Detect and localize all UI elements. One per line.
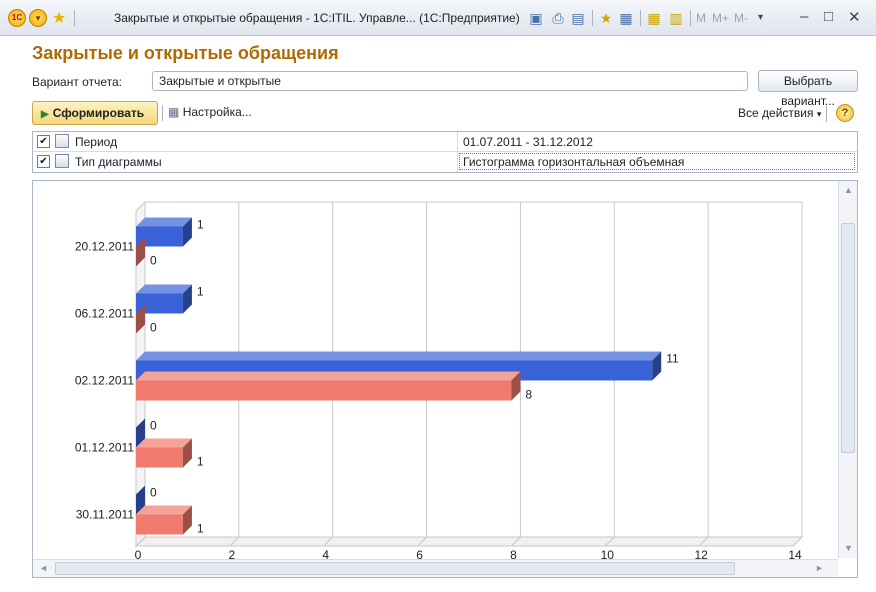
report-heading: Закрытые и открытые обращения bbox=[32, 43, 339, 63]
main-menu-icon[interactable]: ▾ bbox=[29, 9, 47, 27]
divider bbox=[592, 10, 593, 26]
bar-value-label: 0 bbox=[150, 486, 157, 500]
vertical-scrollbar[interactable]: ▲ ▼ bbox=[838, 181, 857, 558]
bar-front bbox=[136, 514, 183, 535]
horizontal-scroll-thumb[interactable] bbox=[55, 562, 735, 575]
divider bbox=[74, 10, 75, 26]
scroll-up-icon[interactable]: ▲ bbox=[844, 185, 853, 195]
variant-field[interactable]: Закрытые и открытые bbox=[152, 71, 748, 91]
bar-value-label: 0 bbox=[150, 321, 157, 335]
memory-plus-button[interactable]: M+ bbox=[712, 11, 729, 25]
bar-top bbox=[136, 438, 192, 448]
bar-top bbox=[136, 371, 521, 381]
app-logo-icon[interactable]: 1С bbox=[8, 9, 26, 27]
print-icon[interactable]: ⎙ bbox=[550, 10, 566, 26]
variant-label: Вариант отчета: bbox=[32, 75, 122, 89]
bar-value-label: 8 bbox=[525, 388, 532, 402]
period-checkbox[interactable]: ✔ bbox=[37, 135, 50, 148]
maximize-icon[interactable]: □ bbox=[824, 8, 833, 25]
bar-value-label: 1 bbox=[197, 455, 204, 469]
divider bbox=[690, 10, 691, 26]
bar-value-label: 0 bbox=[150, 254, 157, 268]
calendar-icon[interactable]: ▥ bbox=[668, 10, 684, 26]
bar-top bbox=[136, 505, 192, 515]
close-icon[interactable]: ✕ bbox=[848, 8, 861, 26]
window-title: Закрытые и открытые обращения - 1С:ITIL.… bbox=[114, 11, 520, 25]
x-tick-label: 4 bbox=[322, 548, 329, 559]
divider bbox=[162, 105, 163, 121]
vertical-scroll-thumb[interactable] bbox=[841, 223, 855, 453]
generate-button-label: Сформировать bbox=[52, 106, 145, 120]
help-icon[interactable]: ? bbox=[836, 104, 854, 122]
scroll-left-icon[interactable]: ◄ bbox=[39, 563, 48, 573]
divider bbox=[457, 132, 458, 152]
preview-icon[interactable]: ▤ bbox=[570, 10, 586, 26]
all-actions-menu[interactable]: Все действия ▾ bbox=[738, 106, 821, 120]
calendar-icon bbox=[55, 134, 69, 148]
scroll-down-icon[interactable]: ▼ bbox=[844, 543, 853, 553]
category-label: 02.12.2011 bbox=[75, 374, 134, 388]
play-icon: ▶ bbox=[41, 109, 49, 120]
divider bbox=[457, 152, 458, 172]
settings-label: Настройка... bbox=[182, 105, 252, 119]
horizontal-scrollbar[interactable]: ◄ ► bbox=[33, 559, 838, 577]
report-output-area[interactable]: 0 2 4 6 8 10 12 14 20.12.2011 1 0 06.12.2011 1 0 02.12… bbox=[32, 180, 858, 578]
chevron-down-icon: ▾ bbox=[816, 109, 822, 119]
parameter-value[interactable]: 01.07.2011 - 31.12.2012 bbox=[463, 135, 593, 149]
category-label: 01.12.2011 bbox=[75, 441, 134, 455]
parameter-row-period[interactable]: ✔ Период 01.07.2011 - 31.12.2012 bbox=[33, 132, 857, 152]
generate-button[interactable]: ▶ Сформировать bbox=[32, 101, 158, 125]
settings-button[interactable]: ▦ Настройка... bbox=[168, 105, 252, 119]
x-tick-label: 0 bbox=[135, 548, 142, 559]
memory-button[interactable]: M bbox=[696, 11, 706, 25]
divider bbox=[640, 10, 641, 26]
scroll-right-icon[interactable]: ► bbox=[815, 563, 824, 573]
category-label: 30.11.2011 bbox=[76, 508, 135, 522]
bar-value-label: 1 bbox=[197, 285, 204, 299]
x-tick-label: 6 bbox=[416, 548, 423, 559]
parameters-table: ✔ Период 01.07.2011 - 31.12.2012 ✔ Тип д… bbox=[32, 131, 858, 173]
bar-front bbox=[136, 447, 183, 468]
x-tick-label: 14 bbox=[788, 548, 802, 559]
parameter-name: Период bbox=[75, 135, 118, 149]
bar-front bbox=[136, 380, 512, 401]
save-icon[interactable]: ▣ bbox=[528, 10, 544, 26]
bar-top bbox=[136, 217, 192, 227]
chart-floor bbox=[134, 536, 804, 547]
minimize-icon[interactable]: – bbox=[800, 8, 808, 25]
x-tick-label: 2 bbox=[229, 548, 236, 559]
bar-value-label: 11 bbox=[666, 352, 679, 366]
parameter-value[interactable]: Гистограмма горизонтальная объемная bbox=[463, 155, 684, 169]
x-tick-label: 10 bbox=[601, 548, 615, 559]
bar-value-label: 0 bbox=[150, 419, 157, 433]
calculator-icon[interactable]: ▦ bbox=[646, 10, 662, 26]
link-icon[interactable]: ▦ bbox=[618, 10, 634, 26]
category-label: 20.12.2011 bbox=[75, 240, 134, 254]
window-titlebar: 1С ▾ ★ Закрытые и открытые обращения - 1… bbox=[0, 0, 876, 36]
window-menu-icon[interactable]: ▾ bbox=[758, 12, 763, 23]
choose-variant-button[interactable]: Выбрать вариант... bbox=[758, 70, 858, 108]
divider bbox=[826, 106, 827, 122]
favorites-star-icon[interactable]: ★ bbox=[52, 8, 66, 28]
all-actions-label: Все действия bbox=[738, 106, 814, 120]
chart-type-checkbox[interactable]: ✔ bbox=[37, 155, 50, 168]
bar-value-label: 1 bbox=[197, 522, 204, 536]
bar-top bbox=[136, 284, 192, 294]
x-tick-label: 12 bbox=[694, 548, 708, 559]
parameter-name: Тип диаграммы bbox=[75, 155, 162, 169]
add-favorite-icon[interactable]: ★ bbox=[598, 10, 614, 26]
bar-value-label: 1 bbox=[197, 218, 204, 232]
parameter-row-chart-type[interactable]: ✔ Тип диаграммы Гистограмма горизонтальн… bbox=[33, 152, 857, 172]
settings-icon: ▦ bbox=[168, 105, 180, 119]
bar-chart: 0 2 4 6 8 10 12 1420.12.20111006.12.20111002.12… bbox=[75, 200, 804, 559]
x-tick-label: 8 bbox=[510, 548, 517, 559]
chart-type-icon bbox=[55, 154, 69, 168]
bar-top bbox=[136, 351, 662, 361]
memory-minus-button[interactable]: M- bbox=[734, 11, 748, 25]
category-label: 06.12.2011 bbox=[75, 307, 134, 321]
